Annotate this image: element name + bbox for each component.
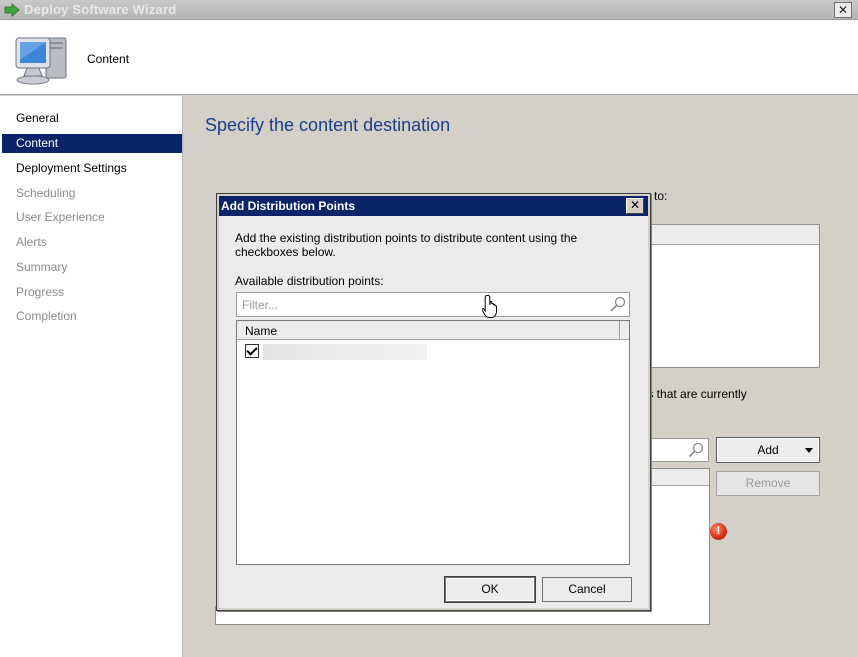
list-column-header: [651, 469, 709, 486]
header-title: Content: [87, 52, 130, 66]
column-header-name[interactable]: Name: [245, 324, 277, 338]
nav-item-user-experience[interactable]: User Experience: [2, 208, 182, 227]
redacted-distribution-point-name: [263, 344, 427, 360]
nav-item-summary[interactable]: Summary: [2, 258, 182, 277]
dialog-title: Add Distribution Points: [221, 199, 355, 213]
wizard-nav: General Content Deployment Settings Sche…: [0, 96, 183, 657]
dialog-description: Add the existing distribution points to …: [235, 231, 578, 259]
partial-instruction-text: to:: [654, 189, 668, 203]
window-title: Deploy Software Wizard: [24, 2, 177, 17]
available-points-label: Available distribution points:: [235, 274, 384, 288]
search-icon: [688, 442, 704, 458]
add-button-label: Add: [757, 443, 779, 457]
distribution-points-list[interactable]: Name: [236, 320, 630, 565]
wizard-header: Content: [0, 20, 858, 95]
list-header: Name: [237, 321, 629, 340]
hand-cursor-icon: [482, 295, 497, 318]
column-separator[interactable]: [619, 321, 620, 340]
dropdown-arrow-icon: [805, 448, 813, 453]
dialog-body: Add the existing distribution points to …: [219, 216, 648, 608]
nav-item-scheduling[interactable]: Scheduling: [2, 184, 182, 203]
list-column-header: [651, 225, 819, 245]
search-icon[interactable]: [609, 296, 626, 313]
dialog-titlebar: Add Distribution Points ✕: [219, 196, 648, 216]
window-close-button[interactable]: ✕: [834, 2, 852, 18]
page-heading: Specify the content destination: [205, 115, 451, 135]
distribution-point-checkbox[interactable]: [245, 344, 259, 358]
add-button[interactable]: Add: [716, 437, 820, 463]
nav-item-content[interactable]: Content: [2, 134, 182, 153]
remove-button[interactable]: Remove: [716, 471, 820, 496]
nav-item-deployment-settings[interactable]: Deployment Settings: [2, 159, 182, 178]
computer-monitor-icon: [15, 37, 67, 85]
green-arrow-icon: [4, 3, 20, 17]
filter-input[interactable]: [237, 293, 597, 316]
nav-item-alerts[interactable]: Alerts: [2, 233, 182, 252]
distribution-list[interactable]: [650, 468, 710, 625]
error-icon: !: [710, 523, 727, 540]
ok-button[interactable]: OK: [445, 577, 535, 602]
wizard-titlebar: Deploy Software Wizard ✕: [0, 0, 858, 20]
filter-box[interactable]: [236, 292, 630, 317]
cancel-button[interactable]: Cancel: [542, 577, 632, 602]
nav-item-general[interactable]: General: [2, 109, 182, 128]
list-item[interactable]: [237, 341, 629, 361]
nav-item-progress[interactable]: Progress: [2, 283, 182, 302]
nav-item-completion[interactable]: Completion: [2, 307, 182, 326]
add-distribution-points-dialog: Add Distribution Points ✕ Add the existi…: [216, 193, 651, 611]
content-destination-list[interactable]: [650, 224, 820, 368]
dialog-close-button[interactable]: ✕: [626, 198, 644, 214]
